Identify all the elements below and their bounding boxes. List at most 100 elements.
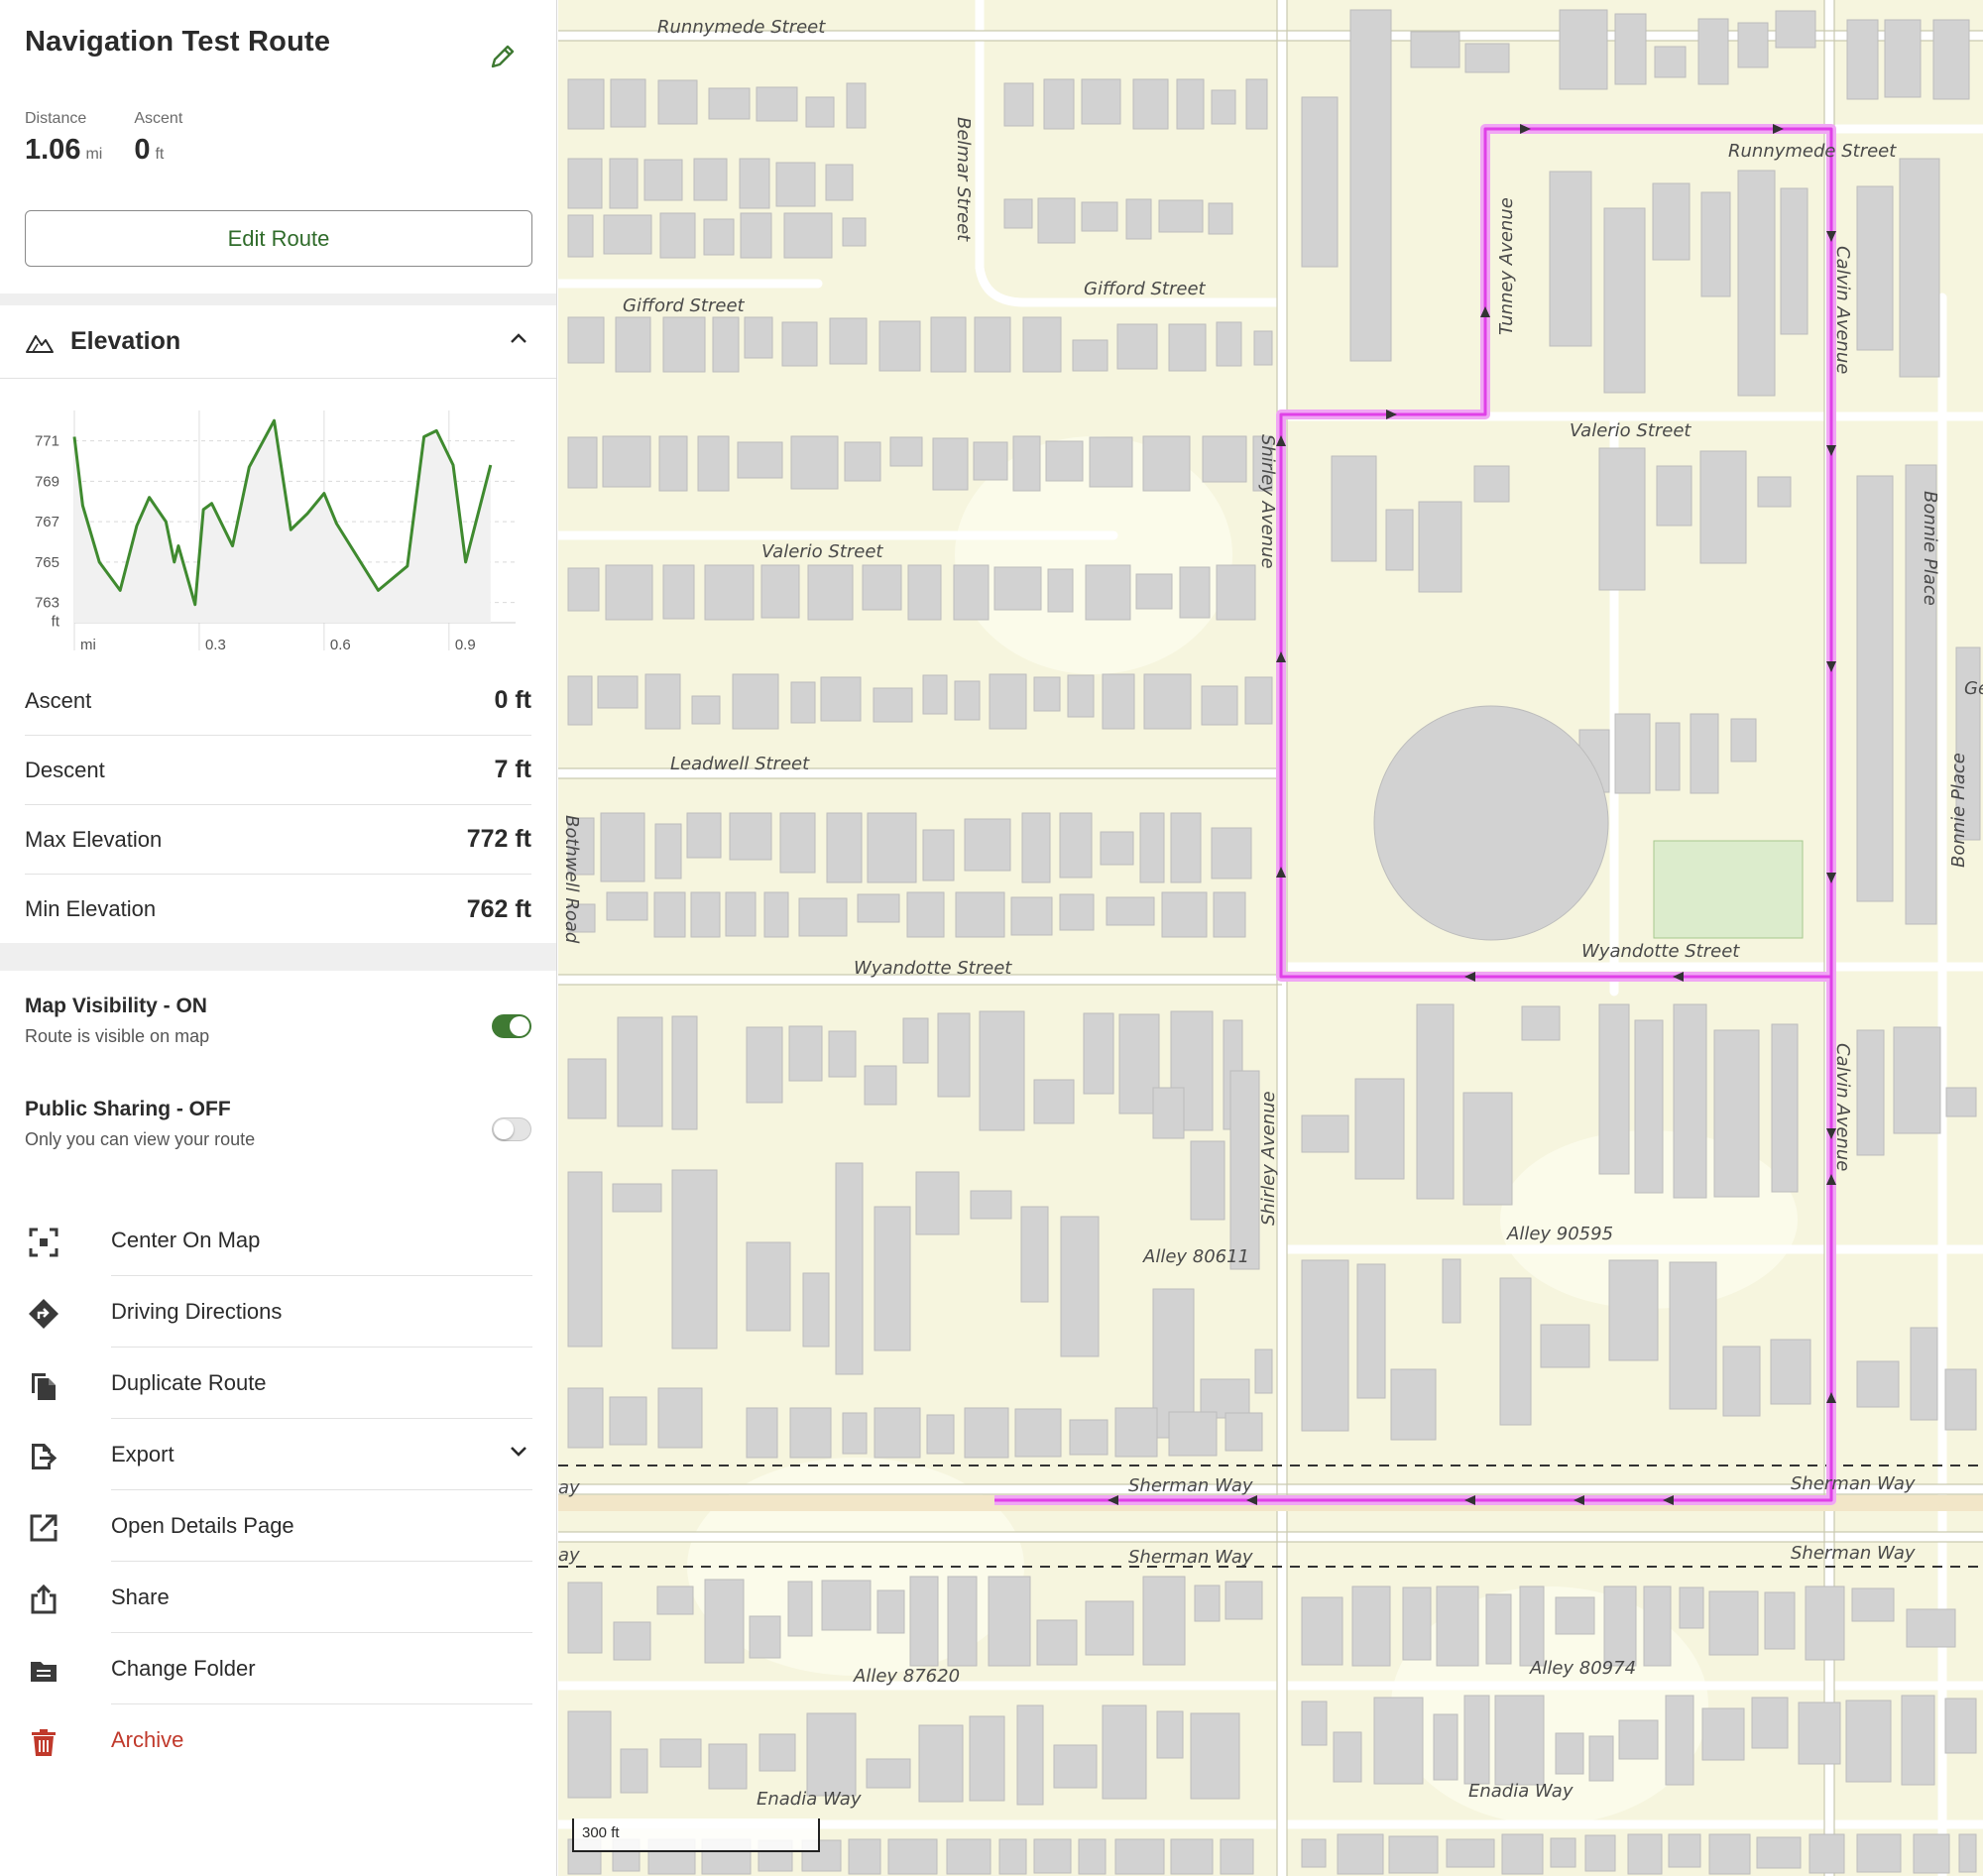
- chevron-up-icon[interactable]: [509, 331, 528, 345]
- building: [1913, 1833, 1950, 1874]
- building: [862, 564, 902, 611]
- open-details-page-action[interactable]: Open Details Page: [0, 1490, 556, 1562]
- street-label: Ge: [1964, 678, 1983, 699]
- building: [658, 435, 688, 492]
- map-view[interactable]: Runnymede Street Runnymede Street Belmar…: [558, 0, 1983, 1876]
- building: [1771, 1023, 1799, 1193]
- stat-value: 772 ft: [466, 825, 531, 853]
- stat-label: Max Elevation: [25, 826, 163, 852]
- building: [1668, 1833, 1701, 1868]
- duplicate-route-action[interactable]: Duplicate Route: [0, 1348, 556, 1419]
- building: [1603, 207, 1646, 394]
- building: [643, 159, 683, 201]
- building: [609, 158, 639, 209]
- elevation-title: Elevation: [70, 327, 181, 355]
- building: [902, 1017, 929, 1064]
- distance-value: 1.06: [25, 134, 81, 166]
- action-label: Duplicate Route: [111, 1370, 267, 1395]
- street-label: ay: [558, 1477, 580, 1498]
- building: [1856, 185, 1894, 351]
- building: [937, 1012, 971, 1098]
- building: [857, 893, 900, 923]
- building: [1078, 1838, 1107, 1875]
- x-tick-label: mi: [80, 637, 96, 653]
- building: [1301, 1838, 1327, 1868]
- building: [1190, 1140, 1225, 1221]
- building: [1433, 1713, 1458, 1781]
- map-visibility-row: Map Visibility - ON Route is visible on …: [0, 971, 556, 1074]
- building: [1373, 1697, 1424, 1785]
- route-sidebar: Navigation Test Route Distance 1.06 mi As…: [0, 0, 557, 1876]
- y-tick-label: 763: [35, 595, 59, 612]
- building: [1085, 1600, 1134, 1656]
- building: [1442, 1258, 1461, 1324]
- stat-label: Ascent: [25, 687, 92, 713]
- public-sharing-toggle[interactable]: [492, 1117, 531, 1141]
- building: [878, 320, 921, 372]
- building: [1699, 450, 1747, 564]
- chevron-down-icon[interactable]: [510, 1445, 527, 1457]
- building: [867, 812, 917, 883]
- ascent-label: Ascent: [134, 110, 183, 127]
- street-label: Calvin Avenue: [1832, 246, 1853, 374]
- building: [686, 812, 722, 859]
- building: [1114, 1838, 1165, 1875]
- y-unit-label: ft: [52, 614, 60, 631]
- street-label: Gifford Street: [1084, 279, 1207, 299]
- building: [656, 1585, 694, 1615]
- building: [1349, 9, 1392, 362]
- building: [1021, 812, 1051, 883]
- export-action[interactable]: Export: [0, 1419, 556, 1490]
- building: [954, 680, 981, 721]
- street-label: Wyandotte Street: [854, 958, 1012, 979]
- center-on-map-action[interactable]: Center On Map: [0, 1205, 556, 1276]
- building: [1194, 1584, 1221, 1622]
- building: [1775, 10, 1816, 49]
- y-tick-label: 767: [35, 514, 59, 530]
- building: [749, 1615, 781, 1659]
- map-visibility-toggle[interactable]: [492, 1014, 531, 1038]
- building: [1679, 1586, 1704, 1629]
- street-label: Alley 87620: [853, 1666, 960, 1687]
- building: [1142, 1576, 1186, 1666]
- building: [1067, 674, 1095, 718]
- building: [1081, 201, 1118, 232]
- archive-action[interactable]: Archive: [0, 1704, 556, 1776]
- elevation-section-header[interactable]: Elevation: [0, 305, 556, 379]
- building: [906, 891, 945, 938]
- building: [1757, 476, 1792, 508]
- building: [697, 435, 730, 492]
- distance-stat: Distance 1.06 mi: [25, 110, 102, 167]
- change-folder-action[interactable]: Change Folder: [0, 1633, 556, 1704]
- building: [1158, 199, 1204, 233]
- building: [1770, 1339, 1811, 1405]
- stat-row-min-elevation: Min Elevation 762 ft: [25, 875, 531, 944]
- building: [1033, 1838, 1072, 1874]
- building: [1808, 1833, 1845, 1874]
- building: [1618, 1719, 1659, 1760]
- building: [603, 214, 652, 255]
- building: [864, 1065, 897, 1106]
- building: [691, 695, 721, 725]
- building: [1893, 1026, 1941, 1134]
- building: [729, 812, 772, 861]
- building: [807, 564, 854, 621]
- building: [1446, 1838, 1495, 1868]
- driving-directions-action[interactable]: Driving Directions: [0, 1276, 556, 1348]
- building: [1211, 827, 1252, 879]
- street-label: Belmar Street: [953, 117, 974, 242]
- building: [1588, 1735, 1614, 1782]
- map-canvas[interactable]: Runnymede Street Runnymede Street Belmar…: [558, 0, 1983, 1876]
- building: [846, 82, 867, 129]
- building: [946, 1838, 992, 1875]
- edit-route-button[interactable]: Edit Route: [25, 210, 532, 267]
- building: [1016, 1704, 1044, 1806]
- building: [1555, 1596, 1595, 1635]
- building: [1059, 893, 1095, 931]
- building: [1337, 1833, 1384, 1875]
- building: [1301, 1596, 1343, 1666]
- share-action[interactable]: Share: [0, 1562, 556, 1633]
- pencil-icon[interactable]: [486, 40, 520, 73]
- building: [1331, 455, 1377, 562]
- building: [657, 79, 698, 125]
